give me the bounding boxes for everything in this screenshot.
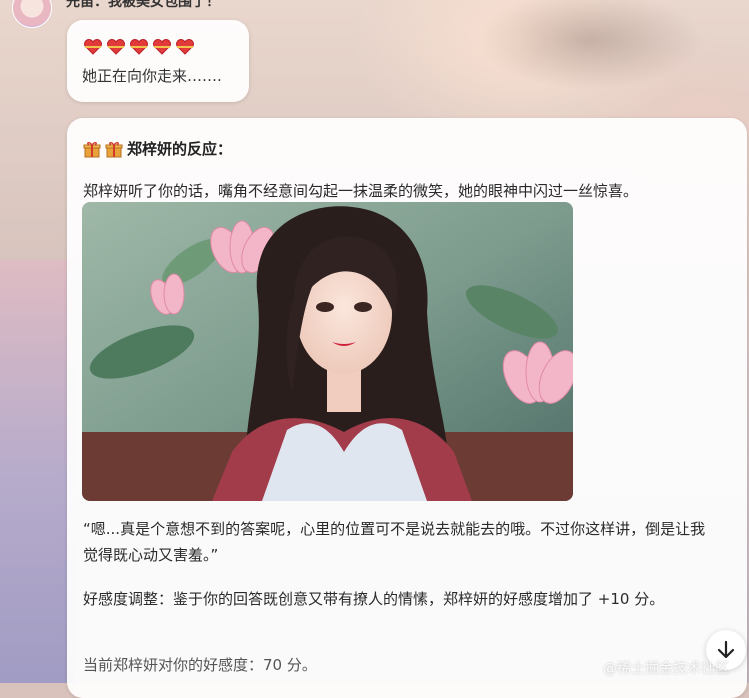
character-image[interactable] <box>82 202 573 501</box>
gift-icon <box>83 141 101 157</box>
reaction-title: 郑梓妍的反应： <box>83 138 232 159</box>
message-bubble: 她正在向你走来……. <box>67 20 249 102</box>
heart-icon <box>176 39 194 55</box>
background-portrait <box>440 0 749 120</box>
sender-name: 先笛：我被美女包围了！ <box>66 0 220 10</box>
background-decoration <box>0 260 75 683</box>
message-text: 她正在向你走来……. <box>82 67 222 85</box>
affection-adjustment: 好感度调整：鉴于你的回答既创意又带有撩人的情愫，郑梓妍的好感度增加了 +10 分… <box>83 590 665 608</box>
reaction-bubble: 郑梓妍的反应： 郑梓妍听了你的话，嘴角不经意间勾起一抹温柔的微笑，她的眼神中闪过… <box>67 118 747 698</box>
hearts-row <box>83 39 195 55</box>
gift-icon <box>105 141 123 157</box>
heart-icon <box>84 39 102 55</box>
affection-status: 当前郑梓妍对你的好感度：70 分。 <box>83 656 317 674</box>
character-illustration <box>82 202 573 501</box>
heart-icon <box>130 39 148 55</box>
reaction-quote: “嗯...真是个意想不到的答案呢，心里的位置可不是说去就能去的哦。不过你这样讲，… <box>83 520 706 564</box>
heart-icon <box>107 39 125 55</box>
reaction-paragraph: 郑梓妍听了你的话，嘴角不经意间勾起一抹温柔的微笑，她的眼神中闪过一丝惊喜。 <box>83 182 639 200</box>
reaction-title-text: 郑梓妍的反应： <box>127 140 233 158</box>
heart-icon <box>153 39 171 55</box>
watermark: @稀土掘金技术社区 <box>603 661 729 677</box>
